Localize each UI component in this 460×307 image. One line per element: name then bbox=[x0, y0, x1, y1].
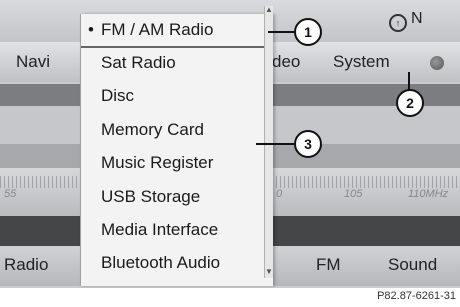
callout-2: 2 bbox=[396, 89, 424, 117]
head-unit-screen: ↑ N Navi deo System 55 0 105 110MHz Radio… bbox=[0, 0, 460, 288]
globe-icon bbox=[430, 56, 444, 70]
menu-item-fm-am-radio[interactable]: FM / AM Radio bbox=[88, 20, 213, 40]
callout-3: 3 bbox=[294, 130, 322, 158]
menu-item-bluetooth-audio[interactable]: Bluetooth Audio bbox=[101, 253, 220, 273]
menu-item-usb-storage[interactable]: USB Storage bbox=[101, 187, 200, 207]
freq-label-105: 105 bbox=[344, 188, 363, 200]
audio-source-menu: FM / AM Radio Sat Radio Disc Memory Card… bbox=[80, 14, 273, 286]
scroll-up-icon[interactable]: ▲ bbox=[265, 6, 273, 14]
freq-label-left: 55 bbox=[4, 188, 17, 200]
compass: ↑ N bbox=[389, 10, 423, 32]
bottom-sound[interactable]: Sound bbox=[388, 255, 437, 275]
menu-item-sat-radio[interactable]: Sat Radio bbox=[101, 53, 176, 73]
figure-code: P82.87-6261-31 bbox=[377, 290, 456, 302]
callout-1: 1 bbox=[294, 18, 322, 46]
compass-icon: ↑ bbox=[389, 14, 407, 32]
menu-item-music-register[interactable]: Music Register bbox=[101, 153, 213, 173]
callout-line-3 bbox=[256, 143, 294, 145]
freq-label-right: 110MHz bbox=[408, 188, 449, 200]
callout-line-2 bbox=[408, 72, 410, 90]
bottom-radio[interactable]: Radio bbox=[4, 255, 48, 275]
menu-navi[interactable]: Navi bbox=[16, 52, 50, 72]
menu-system[interactable]: System bbox=[333, 52, 390, 72]
bottom-fm[interactable]: FM bbox=[316, 255, 341, 275]
freq-label-mid: 0 bbox=[276, 188, 283, 200]
compass-direction: N bbox=[411, 10, 423, 27]
selection-underline bbox=[81, 46, 271, 48]
menu-item-media-interface[interactable]: Media Interface bbox=[101, 220, 218, 240]
menu-item-memory-card[interactable]: Memory Card bbox=[101, 120, 204, 140]
scroll-down-icon[interactable]: ▼ bbox=[265, 268, 273, 276]
menu-video[interactable]: deo bbox=[272, 52, 300, 72]
callout-line-1 bbox=[268, 31, 294, 33]
menu-item-disc[interactable]: Disc bbox=[101, 86, 134, 106]
menu-scrollbar[interactable]: ▲ ▼ bbox=[264, 6, 273, 278]
